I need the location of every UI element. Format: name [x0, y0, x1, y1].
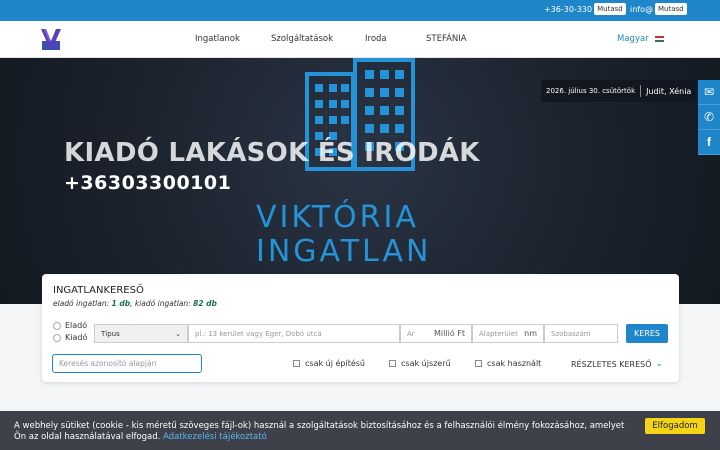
radio-rent[interactable]: Kiadó [53, 333, 87, 342]
logo-icon[interactable] [40, 27, 62, 51]
price-unit: Millió Ft [434, 329, 465, 338]
email-contact: info@ Mutasd [630, 3, 687, 15]
divider [640, 85, 642, 97]
main-navigation: Ingatlanok Szolgáltatások Iroda STEFÁNIA… [0, 21, 720, 58]
search-button[interactable]: KERES [626, 324, 668, 343]
current-date: 2026. július 30. csütörtök [546, 87, 636, 95]
email-icon[interactable]: ✉ [698, 80, 720, 105]
phone-text: +36-30-330 [544, 4, 593, 14]
language-label: Magyar [617, 34, 649, 44]
checkbox-new-build-label: csak új építésű [305, 359, 365, 368]
accept-cookies-button[interactable]: Elfogadom [645, 418, 705, 434]
nav-item-properties[interactable]: Ingatlanok [195, 34, 240, 44]
nav-item-office[interactable]: Iroda [365, 34, 387, 44]
chevron-down-icon: ⌄ [655, 359, 664, 369]
checkbox[interactable] [475, 360, 482, 367]
checkbox-like-new[interactable]: csak újszerű [389, 359, 451, 368]
type-select-value: Típus [101, 329, 120, 338]
phone-contact: +36-30-330 Mutasd [544, 3, 626, 15]
radio-sale-label: Eladó [65, 321, 88, 330]
price-placeholder: Ár [407, 329, 415, 338]
top-contact-bar: +36-30-330 Mutasd info@ Mutasd [0, 0, 720, 21]
facebook-icon[interactable]: f [698, 130, 720, 155]
stats-rent-label: , kiadó ingatlan: [130, 299, 194, 308]
rent-count: 82 db [193, 299, 217, 308]
location-input[interactable]: pl.: 13 kerület vagy Eger, Dobó utca [188, 324, 400, 343]
nav-item-stefania[interactable]: STEFÁNIA [426, 34, 467, 44]
checkbox-like-new-label: csak újszerű [401, 359, 451, 368]
id-search-placeholder: Keresés azonosító alapján [59, 359, 157, 368]
date-nameday-box: 2026. július 30. csütörtök Judit, Xénia [541, 80, 697, 102]
price-input[interactable]: Ár Millió Ft [400, 324, 472, 343]
search-stats: eladó ingatlan: 1 db, kiadó ingatlan: 82… [53, 299, 217, 308]
hero-phone: +36303300101 [64, 172, 232, 194]
cookie-text: Ön az oldal használatával elfogad. [14, 432, 161, 442]
phone-icon[interactable]: ✆ [698, 105, 720, 130]
rooms-input[interactable]: Szobaszám [544, 324, 618, 343]
privacy-policy-link[interactable]: Adatkezelési tájékoztató [163, 432, 267, 442]
property-search-panel: INGATLANKERESŐ eladó ingatlan: 1 db, kia… [42, 274, 679, 382]
detailed-search-label: RÉSZLETES KERESŐ [571, 359, 652, 369]
area-placeholder: Alapterület [479, 329, 518, 338]
checkbox[interactable] [389, 360, 396, 367]
cookie-banner: A webhely sütiket (cookie - kis méretű s… [0, 411, 720, 450]
checkbox-used[interactable]: csak használt [475, 359, 541, 368]
hero-title: KIADÓ LAKÁSOK ÉS IRODÁK [64, 138, 480, 168]
brand-name-line2: INGATLAN [256, 234, 432, 269]
stats-sale-label: eladó ingatlan: [53, 299, 112, 308]
cookie-text-line1: A webhely sütiket (cookie - kis méretű s… [14, 421, 625, 431]
cookie-text-line2: Ön az oldal használatával elfogad. Adatk… [14, 432, 267, 442]
sale-count: 1 db [111, 299, 131, 308]
area-unit: nm [524, 329, 537, 338]
checkbox[interactable] [293, 360, 300, 367]
location-placeholder: pl.: 13 kerület vagy Eger, Dobó utca [195, 329, 322, 338]
namedays: Judit, Xénia [646, 86, 692, 96]
show-phone-button[interactable]: Mutasd [594, 3, 626, 15]
radio-button[interactable] [53, 333, 61, 342]
id-search-input[interactable]: Keresés azonosító alapján [52, 354, 202, 373]
area-input[interactable]: Alapterület nm [472, 324, 544, 343]
nav-item-services[interactable]: Szolgáltatások [271, 34, 333, 44]
show-email-button[interactable]: Mutasd [655, 3, 687, 15]
hungarian-flag-icon [654, 36, 664, 42]
search-title: INGATLANKERESŐ [53, 285, 144, 296]
hero-banner: KIADÓ LAKÁSOK ÉS IRODÁK +36303300101 VIK… [0, 58, 720, 304]
rooms-placeholder: Szobaszám [551, 329, 591, 338]
checkbox-new-build[interactable]: csak új építésű [293, 359, 365, 368]
chevron-down-icon: ⌄ [175, 329, 181, 338]
language-selector[interactable]: Magyar [617, 34, 664, 44]
detailed-search-toggle[interactable]: RÉSZLETES KERESŐ ⌄ [571, 359, 663, 369]
type-select[interactable]: Típus ⌄ [94, 324, 188, 343]
checkbox-used-label: csak használt [487, 359, 542, 368]
radio-sale[interactable]: Eladó [53, 321, 87, 330]
email-text: info@ [630, 4, 654, 14]
social-sidebar: ✉ ✆ f [698, 80, 720, 155]
radio-button[interactable] [53, 321, 61, 330]
brand-name-line1: VIKTÓRIA [256, 200, 419, 235]
radio-rent-label: Kiadó [65, 333, 88, 342]
